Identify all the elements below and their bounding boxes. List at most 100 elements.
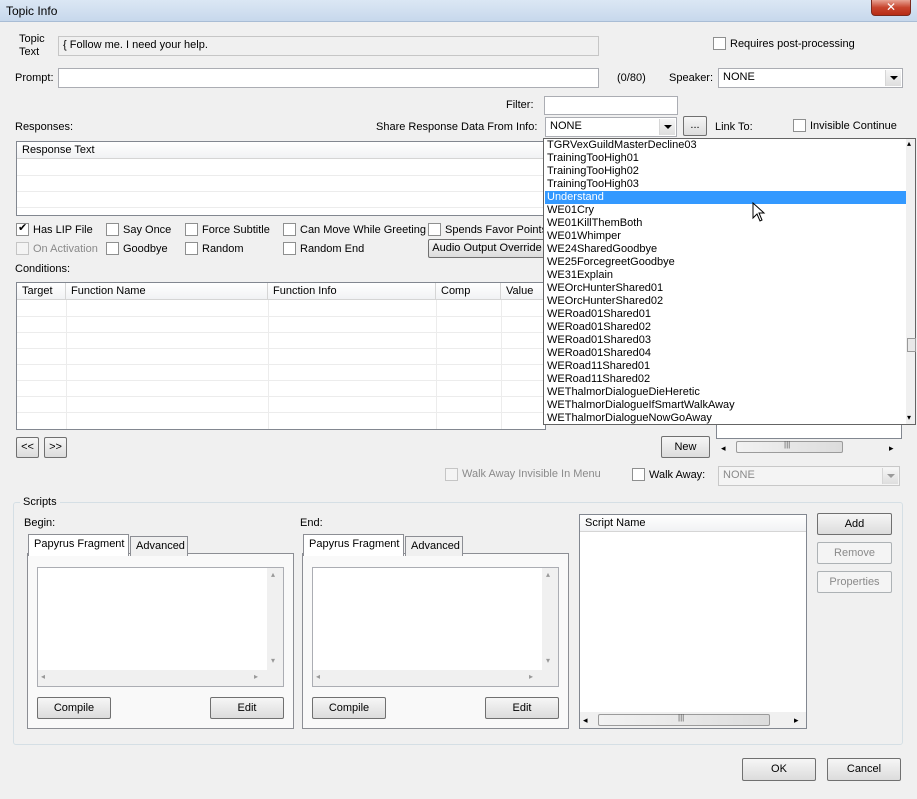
walk-away-invisible-checkbox[interactable] [445,468,458,481]
random-end-checkbox[interactable] [283,242,296,255]
on-activation-checkbox[interactable] [16,242,29,255]
dropdown-item[interactable]: WERoad01Shared01 [545,308,907,321]
prompt-field[interactable] [58,68,599,88]
share-response-dropdown[interactable]: NONE [545,117,677,137]
title-bar [0,0,917,22]
dropdown-item[interactable]: WEOrcHunterShared01 [545,282,907,295]
dropdown-item[interactable]: WE01KillThemBoth [545,217,907,230]
begin-edit-button[interactable]: Edit [210,697,284,719]
scroll-left-icon[interactable]: ◂ [583,715,588,726]
column-response-text[interactable]: Response Text [17,142,547,159]
end-hscroll[interactable]: ◂ ▸ [313,670,558,686]
column-function-info[interactable]: Function Info [268,283,436,300]
remove-script-button[interactable]: Remove [817,542,892,564]
topic-text-label-line1: Topic [19,33,45,45]
scroll-down-icon[interactable]: ▾ [546,656,550,665]
ok-button[interactable]: OK [742,758,816,781]
requires-post-processing-checkbox[interactable] [713,37,726,50]
begin-vscroll[interactable]: ▴ ▾ [267,568,283,670]
dropdown-item[interactable]: WERoad11Shared01 [545,360,907,373]
column-script-name[interactable]: Script Name [580,515,806,532]
scroll-up-icon[interactable]: ▴ [546,570,550,579]
new-condition-button[interactable]: New [661,436,710,458]
goodbye-checkbox[interactable] [106,242,119,255]
end-edit-button[interactable]: Edit [485,697,559,719]
dropdown-item[interactable]: TrainingTooHigh01 [545,152,907,165]
scroll-up-icon[interactable]: ▴ [907,139,911,148]
can-move-while-greeting-checkbox[interactable] [283,223,296,236]
properties-button[interactable]: Properties [817,571,892,593]
scroll-right-icon[interactable]: ▸ [794,715,799,726]
dropdown-item[interactable]: WERoad11Shared02 [545,373,907,386]
share-browse-button[interactable]: ... [683,116,707,136]
dropdown-item[interactable]: WE24SharedGoodbye [545,243,907,256]
link-to-label: Link To: [715,121,753,133]
end-compile-button[interactable]: Compile [312,697,386,719]
dropdown-item[interactable]: WERoad01Shared02 [545,321,907,334]
scroll-down-icon[interactable]: ▾ [271,656,275,665]
invisible-continue-checkbox[interactable] [793,119,806,132]
dropdown-item[interactable]: Understand [545,191,907,204]
scroll-left-icon[interactable]: ◂ [316,672,320,681]
begin-tab-papyrus[interactable]: Papyrus Fragment [28,534,129,556]
end-vscroll[interactable]: ▴ ▾ [542,568,558,670]
scroll-down-icon[interactable]: ▾ [907,413,911,422]
random-checkbox[interactable] [185,242,198,255]
dropdown-scroll-thumb[interactable] [907,338,916,352]
chevron-down-icon [659,119,675,135]
scroll-left-icon[interactable]: ◂ [721,443,726,454]
scroll-up-icon[interactable]: ▴ [271,570,275,579]
column-comp[interactable]: Comp [436,283,501,300]
dropdown-item[interactable]: WEThalmorDialogueIfSmartWalkAway [545,399,907,412]
force-subtitle-checkbox[interactable] [185,223,198,236]
dropdown-item[interactable]: TGRVexGuildMasterDecline03 [545,139,907,152]
say-once-checkbox[interactable] [106,223,119,236]
spends-favor-points-label: Spends Favor Points [445,224,548,236]
script-list-hscroll[interactable]: ◂ ||| ▸ [580,712,806,728]
end-tab-papyrus[interactable]: Papyrus Fragment [303,534,404,556]
dropdown-item[interactable]: WERoad01Shared03 [545,334,907,347]
close-button[interactable]: ✕ [871,0,911,16]
add-script-button[interactable]: Add [817,513,892,535]
end-tab-advanced[interactable]: Advanced [405,536,463,556]
dropdown-item[interactable]: WEThalmorDialogueDieHeretic [545,386,907,399]
begin-compile-button[interactable]: Compile [37,697,111,719]
cancel-button[interactable]: Cancel [827,758,901,781]
next-conditions-button[interactable]: >> [44,437,67,458]
audio-output-override-button[interactable]: Audio Output Override [428,239,546,258]
walk-away-dropdown[interactable]: NONE [718,466,900,486]
prev-conditions-button[interactable]: << [16,437,39,458]
dropdown-item[interactable]: WE01Whimper [545,230,907,243]
begin-tab-advanced[interactable]: Advanced [130,536,188,556]
has-lip-file-checkbox[interactable] [16,221,29,236]
dropdown-item[interactable]: WEOrcHunterShared02 [545,295,907,308]
speaker-dropdown[interactable]: NONE [718,68,903,88]
filter-field[interactable] [544,96,678,115]
responses-list[interactable]: Response Text [16,141,546,216]
begin-hscroll[interactable]: ◂ ▸ [38,670,283,686]
dropdown-item[interactable]: TrainingTooHigh03 [545,178,907,191]
begin-script-editor[interactable]: ▴ ▾ ◂ ▸ [37,567,284,687]
scroll-right-icon[interactable]: ▸ [889,443,894,454]
dropdown-item[interactable]: WEThalmorDialogueNowGoAway [545,412,907,424]
end-script-editor[interactable]: ▴ ▾ ◂ ▸ [312,567,559,687]
walk-away-checkbox[interactable] [632,468,645,481]
share-response-dropdown-list[interactable]: TGRVexGuildMasterDecline03 TrainingTooHig… [543,138,916,425]
dropdown-item[interactable]: WE31Explain [545,269,907,282]
scroll-right-icon[interactable]: ▸ [529,672,533,681]
spends-favor-points-checkbox[interactable] [428,223,441,236]
conditions-hscroll[interactable]: ◂ ||| ▸ [718,439,900,455]
scroll-right-icon[interactable]: ▸ [254,672,258,681]
topic-text-field[interactable]: { Follow me. I need your help. [58,36,599,56]
dropdown-item[interactable]: WE25ForcegreetGoodbye [545,256,907,269]
column-function-name[interactable]: Function Name [66,283,268,300]
scroll-left-icon[interactable]: ◂ [41,672,45,681]
column-target[interactable]: Target [17,283,66,300]
column-value[interactable]: Value [501,283,547,300]
script-name-list[interactable]: Script Name ◂ ||| ▸ [579,514,807,729]
conditions-list[interactable]: Target Function Name Function Info Comp … [16,282,546,430]
dropdown-item[interactable]: WE01Cry [545,204,907,217]
dropdown-item[interactable]: WERoad01Shared04 [545,347,907,360]
dropdown-vscroll[interactable]: ▴ ▾ [906,139,915,424]
dropdown-item[interactable]: TrainingTooHigh02 [545,165,907,178]
